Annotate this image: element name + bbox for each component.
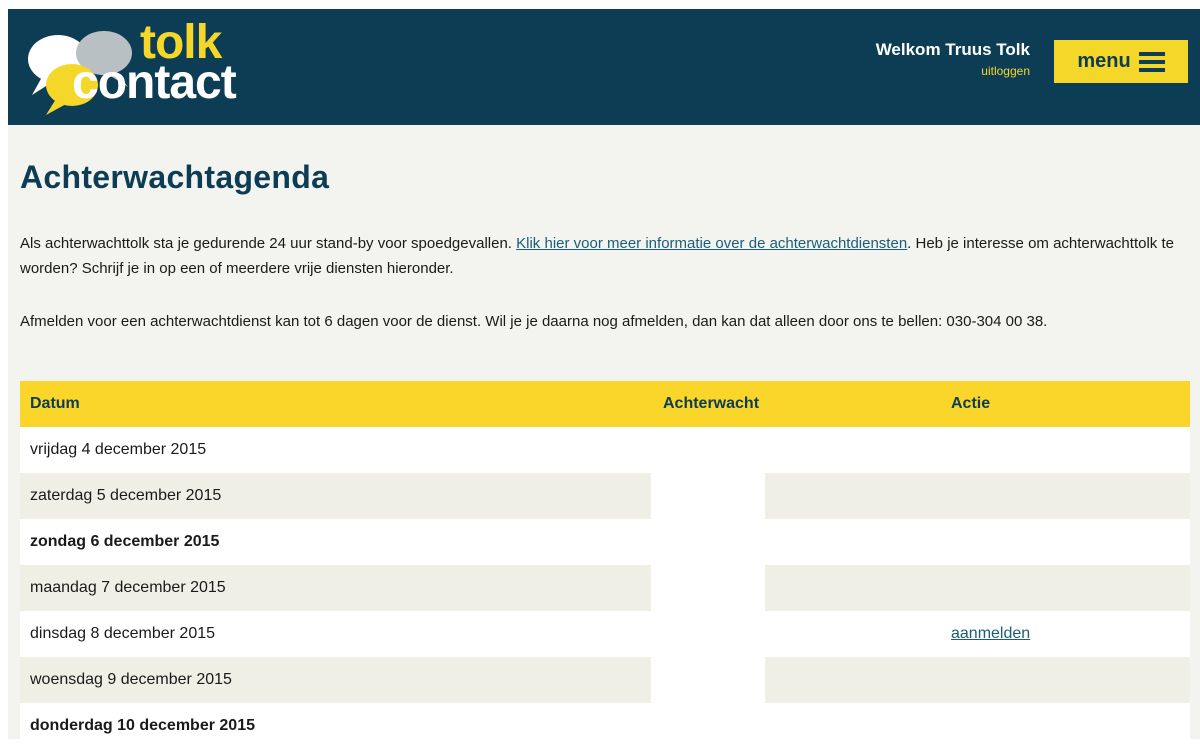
table-row: dinsdag 8 december 2015 aanmelden [20,611,1190,657]
row-action [765,703,1190,749]
register-link[interactable]: aanmelden [951,625,1030,642]
row-date: donderdag 10 december 2015 [20,703,651,749]
row-action: aanmelden [765,611,1190,657]
table-row: vrijdag 4 december 2015 [20,427,1190,473]
logout-link[interactable]: uitloggen [876,64,1030,78]
agenda-table: Datum Achterwacht Actie vrijdag 4 decemb… [20,381,1190,749]
row-achterwacht [651,519,765,565]
row-achterwacht [651,611,765,657]
row-date: vrijdag 4 december 2015 [20,427,651,473]
column-header-datum: Datum [20,381,651,427]
table-row: donderdag 10 december 2015 [20,703,1190,749]
intro-paragraph-2: Afmelden voor een achterwachtdienst kan … [20,313,1048,330]
row-date: dinsdag 8 december 2015 [20,611,651,657]
column-header-actie: Actie [765,381,1190,427]
table-header-row: Datum Achterwacht Actie [20,381,1190,427]
intro-text-a: Als achterwachttolk sta je gedurende 24 … [20,235,517,252]
row-action [765,427,1190,473]
row-action [765,473,1190,519]
column-header-achterwacht: Achterwacht [651,381,765,427]
row-date: maandag 7 december 2015 [20,565,651,611]
user-greeting: Welkom Truus Tolk uitloggen [876,40,1030,78]
row-achterwacht [651,427,765,473]
row-date: woensdag 9 december 2015 [20,657,651,703]
table-row: woensdag 9 december 2015 [20,657,1190,703]
tolkcontact-logo[interactable]: tolk contact [20,19,237,115]
row-achterwacht [651,473,765,519]
table-row: zondag 6 december 2015 [20,519,1190,565]
user-name: Truus Tolk [945,40,1030,59]
menu-label: menu [1077,50,1131,72]
row-action [765,519,1190,565]
page-title: Achterwachtagenda [20,159,330,195]
row-achterwacht [651,657,765,703]
more-info-link[interactable]: Klik hier voor meer informatie over de a… [516,235,907,252]
row-achterwacht [651,703,765,749]
row-achterwacht [651,565,765,611]
logo-text-contact: contact [72,56,237,109]
table-row: maandag 7 december 2015 [20,565,1190,611]
page-frame: tolk contact Welkom Truus Tolk uitloggen… [8,9,1200,749]
welcome-prefix: Welkom [875,40,941,59]
row-action [765,657,1190,703]
hamburger-icon [1138,51,1165,72]
row-action [765,565,1190,611]
site-header: tolk contact Welkom Truus Tolk uitloggen… [8,9,1200,125]
welcome-line: Welkom Truus Tolk [876,40,1030,60]
table-row: zaterdag 5 december 2015 [20,473,1190,519]
row-date: zaterdag 5 december 2015 [20,473,651,519]
intro-paragraph-1: Als achterwachttolk sta je gedurende 24 … [20,231,1190,281]
menu-button[interactable]: menu [1054,40,1188,83]
row-date: zondag 6 december 2015 [20,519,651,565]
